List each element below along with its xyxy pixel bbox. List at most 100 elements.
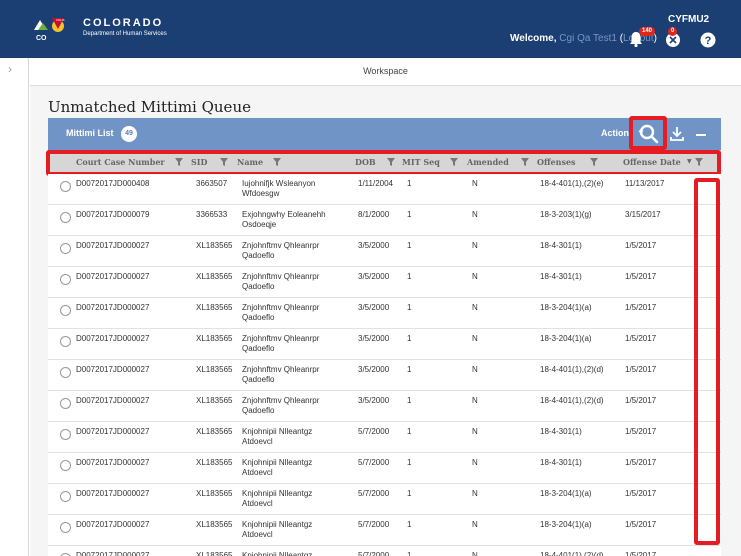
- actions-dropdown[interactable]: Action: [601, 128, 629, 138]
- cell-dob: 3/5/2000: [358, 396, 390, 405]
- user-display-name[interactable]: Cgi Qa Test1: [559, 33, 617, 44]
- table-row[interactable]: D0072017JD000027 XL183565 Knjohnipii Nllea…: [48, 484, 721, 515]
- sort-desc-icon[interactable]: ▼: [687, 158, 692, 165]
- filter-icon[interactable]: [450, 158, 458, 166]
- filter-icon[interactable]: [590, 158, 598, 166]
- cell-mit-seq: 1: [407, 334, 412, 343]
- row-select-radio[interactable]: [60, 429, 71, 440]
- cell-offenses: 18-3-204(1)(a): [540, 334, 592, 343]
- row-select-radio[interactable]: [60, 336, 71, 347]
- filter-icon[interactable]: [521, 158, 529, 166]
- col-name[interactable]: Name: [237, 157, 263, 167]
- cell-offense-date: 1/5/2017: [625, 241, 657, 250]
- cell-offenses: 18-4-301(1): [540, 272, 582, 281]
- filter-icon[interactable]: [387, 158, 395, 166]
- cell-name: Knjohnipii Nlleantgz Atdoevcl: [242, 489, 313, 508]
- table-row[interactable]: D0072017JD000079 3366533 Exjohngwhy Eolean…: [48, 205, 721, 236]
- table-row[interactable]: D0072017JD000027 XL183565 Knjohnipii Nllea…: [48, 422, 721, 453]
- cell-dob: 5/7/2000: [358, 551, 390, 556]
- row-select-radio[interactable]: [60, 491, 71, 502]
- cell-sid: XL183565: [196, 241, 233, 250]
- table-row[interactable]: D0072017JD000027 XL183565 Znjohnftmv Qhlea…: [48, 298, 721, 329]
- cell-amended: N: [472, 272, 478, 281]
- table-row[interactable]: D0072017JD000027 XL183565 Znjohnftmv Qhlea…: [48, 360, 721, 391]
- cell-name: Znjohnftmv Qhleanrpr Qadoeflo: [242, 303, 320, 322]
- search-icon[interactable]: [637, 122, 661, 146]
- row-select-radio[interactable]: [60, 305, 71, 316]
- table-row[interactable]: D0072017JD000027 XL183565 Znjohnftmv Qhlea…: [48, 391, 721, 422]
- row-select-radio[interactable]: [60, 274, 71, 285]
- cell-name: Knjohnipii Nlleantgz Atdoevcl: [242, 551, 313, 556]
- top-header: CO CDHS COLORADO Department of Human Ser…: [0, 0, 741, 58]
- cell-offenses: 18-4-401(1),(2)(d): [540, 365, 604, 374]
- cell-amended: N: [472, 179, 478, 188]
- cell-mit-seq: 1: [407, 396, 412, 405]
- collapse-icon[interactable]: [692, 124, 710, 144]
- cell-dob: 3/5/2000: [358, 272, 390, 281]
- cell-mit-seq: 1: [407, 210, 412, 219]
- cell-name: Knjohnipii Nlleantgz Atdoevcl: [242, 520, 313, 539]
- filter-icon[interactable]: [273, 158, 281, 166]
- filter-icon[interactable]: [175, 158, 183, 166]
- logo-abbr: CO: [36, 35, 47, 42]
- cell-mit-seq: 1: [407, 489, 412, 498]
- col-sid[interactable]: SID: [191, 157, 207, 167]
- cell-amended: N: [472, 551, 478, 556]
- table-row[interactable]: D0072017JD000027 XL183565 Knjohnipii Nllea…: [48, 453, 721, 484]
- chevron-right-icon[interactable]: ›: [8, 62, 12, 76]
- list-title: Mittimi List: [66, 128, 114, 138]
- cell-offenses: 18-4-401(1),(2)(d): [540, 551, 604, 556]
- table-row[interactable]: D0072017JD000027 XL183565 Knjohnipii Nllea…: [48, 515, 721, 546]
- cell-dob: 8/1/2000: [358, 210, 390, 219]
- cell-court-case-number: D0072017JD000027: [76, 272, 150, 281]
- cell-court-case-number: D0072017JD000027: [76, 427, 150, 436]
- cell-court-case-number: D0072017JD000027: [76, 334, 150, 343]
- col-dob[interactable]: DOB: [355, 157, 376, 167]
- cell-dob: 3/5/2000: [358, 334, 390, 343]
- row-select-radio[interactable]: [60, 212, 71, 223]
- filter-icon[interactable]: [220, 158, 228, 166]
- cell-offense-date: 1/5/2017: [625, 520, 657, 529]
- cell-court-case-number: D0072017JD000027: [76, 489, 150, 498]
- cell-offense-date: 1/5/2017: [625, 396, 657, 405]
- row-select-radio[interactable]: [60, 243, 71, 254]
- table-row[interactable]: D0072017JD000027 XL183565 Knjohnipii Nllea…: [48, 546, 721, 556]
- row-select-radio[interactable]: [60, 460, 71, 471]
- table-row[interactable]: D0072017JD000408 3663507 Iujohnifjk Wslean…: [48, 174, 721, 205]
- col-offenses[interactable]: Offenses: [537, 157, 576, 167]
- cell-name: Znjohnftmv Qhleanrpr Qadoeflo: [242, 241, 320, 260]
- cell-sid: XL183565: [196, 334, 233, 343]
- cell-offenses: 18-3-204(1)(a): [540, 303, 592, 312]
- cell-mit-seq: 1: [407, 427, 412, 436]
- col-mit-seq[interactable]: MIT Seq: [402, 157, 440, 167]
- table-row[interactable]: D0072017JD000027 XL183565 Znjohnftmv Qhlea…: [48, 267, 721, 298]
- cell-amended: N: [472, 489, 478, 498]
- colorado-logo: CO CDHS: [34, 18, 65, 42]
- table-row[interactable]: D0072017JD000027 XL183565 Znjohnftmv Qhlea…: [48, 329, 721, 360]
- cell-name: Knjohnipii Nlleantgz Atdoevcl: [242, 458, 313, 477]
- col-offense-date[interactable]: Offense Date: [623, 157, 681, 167]
- cell-sid: XL183565: [196, 551, 233, 556]
- cell-offense-date: 1/5/2017: [625, 272, 657, 281]
- table-row[interactable]: D0072017JD000027 XL183565 Znjohnftmv Qhlea…: [48, 236, 721, 267]
- filter-icon[interactable]: [695, 158, 703, 166]
- col-amended[interactable]: Amended: [467, 157, 509, 167]
- help-icon[interactable]: ?: [699, 30, 717, 48]
- cell-mit-seq: 1: [407, 179, 412, 188]
- row-select-radio[interactable]: [60, 367, 71, 378]
- logo-badge: CDHS: [56, 18, 65, 22]
- workspace-bar: Workspace: [30, 58, 741, 86]
- row-select-radio[interactable]: [60, 181, 71, 192]
- download-icon[interactable]: [668, 124, 686, 144]
- row-select-radio[interactable]: [60, 398, 71, 409]
- cell-offense-date: 3/15/2017: [625, 210, 661, 219]
- workspace-title: Workspace: [363, 66, 408, 76]
- cell-offenses: 18-3-204(1)(a): [540, 489, 592, 498]
- cell-court-case-number: D0072017JD000027: [76, 303, 150, 312]
- cell-sid: 3663507: [196, 179, 228, 188]
- row-select-radio[interactable]: [60, 522, 71, 533]
- mittimi-list-panel-header: Mittimi List 49 Action ▼: [48, 118, 721, 150]
- col-court-case-number[interactable]: Court Case Number: [76, 157, 165, 167]
- cell-court-case-number: D0072017JD000027: [76, 551, 150, 556]
- cell-court-case-number: D0072017JD000027: [76, 520, 150, 529]
